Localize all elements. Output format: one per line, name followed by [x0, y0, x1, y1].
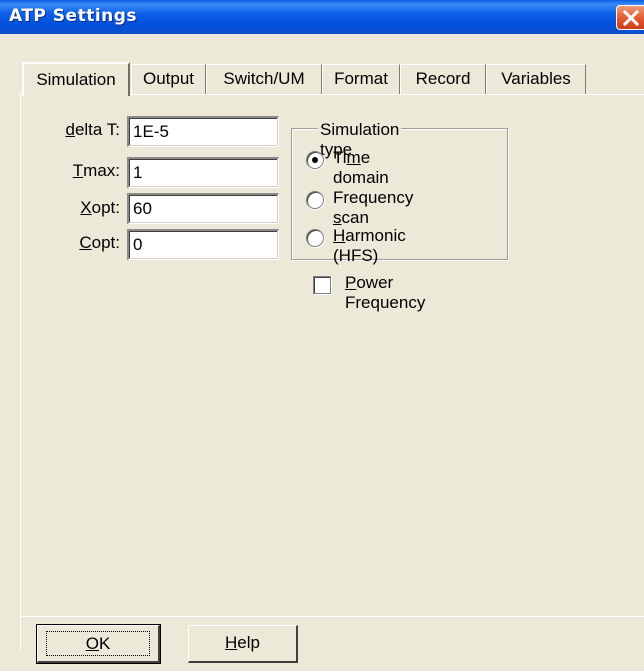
time-domain-label[interactable]: Time domain	[333, 148, 389, 188]
close-icon	[623, 10, 639, 26]
tab-label: Format	[334, 69, 388, 88]
tab-format[interactable]: Format	[322, 64, 400, 94]
tab-label: Simulation	[36, 70, 116, 89]
radio-frequency-scan[interactable]	[306, 191, 324, 209]
footer-divider	[20, 616, 644, 619]
radio-selected-dot	[312, 157, 318, 163]
harmonic-label[interactable]: Harmonic (HFS)	[333, 226, 406, 266]
tab-switch-um[interactable]: Switch/UM	[206, 64, 322, 94]
delta-t-input[interactable]: 1E-5	[127, 116, 279, 147]
tmax-label: Tmax:	[72, 161, 120, 180]
close-button[interactable]	[616, 5, 644, 30]
tab-variables[interactable]: Variables	[486, 64, 586, 94]
copt-label: Copt:	[79, 233, 120, 252]
frequency-scan-label[interactable]: Frequency scan	[333, 188, 413, 228]
radio-harmonic[interactable]	[306, 229, 324, 247]
copt-input[interactable]: 0	[127, 229, 279, 260]
help-button[interactable]: Help	[188, 625, 298, 663]
tab-label: Output	[142, 69, 195, 88]
window-title: ATP Settings	[9, 6, 138, 26]
tab-output[interactable]: Output	[131, 64, 206, 94]
title-bar[interactable]: ATP Settings	[0, 0, 644, 34]
tab-simulation[interactable]: Simulation	[22, 62, 130, 96]
power-frequency-label[interactable]: Power Frequency	[345, 273, 425, 313]
xopt-label: Xopt:	[80, 198, 120, 217]
tab-record[interactable]: Record	[400, 64, 486, 94]
tmax-input[interactable]: 1	[127, 157, 279, 188]
xopt-input[interactable]: 60	[127, 193, 279, 224]
tab-label: Variables	[501, 69, 571, 88]
radio-time-domain[interactable]	[306, 151, 324, 169]
tab-label: Switch/UM	[223, 69, 305, 88]
tab-label: Record	[415, 69, 471, 88]
power-frequency-checkbox[interactable]	[313, 276, 331, 294]
focus-rect: OK	[46, 631, 150, 656]
ok-button[interactable]: OK	[36, 624, 161, 664]
delta-t-label: delta T:	[65, 120, 120, 139]
